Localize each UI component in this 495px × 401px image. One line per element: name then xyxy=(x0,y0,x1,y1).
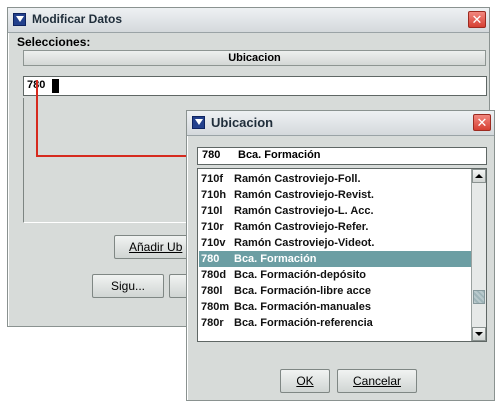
dialog-close-button[interactable]: ✕ xyxy=(473,114,491,131)
list-item-780m[interactable]: 780m Bca. Formación-manuales xyxy=(199,299,471,315)
scroll-down-arrow-icon xyxy=(475,332,483,336)
next-button-label: Sigu... xyxy=(110,279,146,293)
list-item-710h[interactable]: 710h Ramón Castroviejo-Revist. xyxy=(199,187,471,203)
ok-button[interactable]: OK xyxy=(280,369,330,393)
ubicacion-dialog: Ubicacion ✕ 780 Bca. Formación 710f Ramón… xyxy=(186,110,495,401)
cancel-button-label: Cancelar xyxy=(352,374,402,388)
list-item-710v[interactable]: 710v Ramón Castroviejo-Videot. xyxy=(199,235,471,251)
ubicacion-field-name: Bca. Formación xyxy=(238,149,321,161)
list-item-710f[interactable]: 710f Ramón Castroviejo-Foll. xyxy=(199,171,471,187)
app-window-icon xyxy=(13,13,26,26)
ubicacion-list-items: 710f Ramón Castroviejo-Foll. 710h Ramón Ca… xyxy=(199,171,471,331)
main-window-title: Modificar Datos xyxy=(32,12,123,26)
list-item-780d[interactable]: 780d Bca. Formación-depósito xyxy=(199,267,471,283)
selecciones-label: Selecciones: xyxy=(17,35,91,49)
cancel-button[interactable]: Cancelar xyxy=(337,369,417,393)
app-window-icon xyxy=(192,116,205,129)
main-title-bar[interactable]: Modificar Datos ✕ xyxy=(8,8,489,33)
scroll-up-arrow-icon xyxy=(475,174,483,178)
text-cursor xyxy=(52,79,59,93)
add-ubicacion-button-label: Añadir Ub xyxy=(129,240,183,254)
ubicacion-input-value: 780 xyxy=(27,79,46,91)
ubicacion-field[interactable]: 780 Bca. Formación xyxy=(197,147,487,165)
ubicacion-field-code: 780 xyxy=(202,149,221,161)
list-item-710r[interactable]: 710r Ramón Castroviejo-Refer. xyxy=(199,219,471,235)
list-item-780l[interactable]: 780l Bca. Formación-libre acce xyxy=(199,283,471,299)
dialog-title: Ubicacion xyxy=(211,115,274,130)
scroll-thumb[interactable] xyxy=(473,290,485,304)
ubicacion-input[interactable]: 780 xyxy=(23,76,487,96)
ubicacion-list[interactable]: 710f Ramón Castroviejo-Foll. 710h Ramón Ca… xyxy=(197,168,487,342)
scroll-up-button[interactable] xyxy=(472,169,486,183)
list-item-780-selected[interactable]: 780 Bca. Formación xyxy=(199,251,471,267)
list-item-780r[interactable]: 780r Bca. Formación-referencia xyxy=(199,315,471,331)
ok-button-label: OK xyxy=(296,374,314,388)
dialog-title-bar[interactable]: Ubicacion ✕ xyxy=(187,111,494,136)
ubicacion-column-header-label: Ubicacion xyxy=(228,52,281,64)
scroll-down-button[interactable] xyxy=(472,327,486,341)
list-item-710l[interactable]: 710l Ramón Castroviejo-L. Acc. xyxy=(199,203,471,219)
ubicacion-column-header[interactable]: Ubicacion xyxy=(23,50,486,66)
list-scrollbar[interactable] xyxy=(471,169,486,341)
main-close-button[interactable]: ✕ xyxy=(468,11,486,28)
next-button[interactable]: Sigu... xyxy=(92,274,164,298)
